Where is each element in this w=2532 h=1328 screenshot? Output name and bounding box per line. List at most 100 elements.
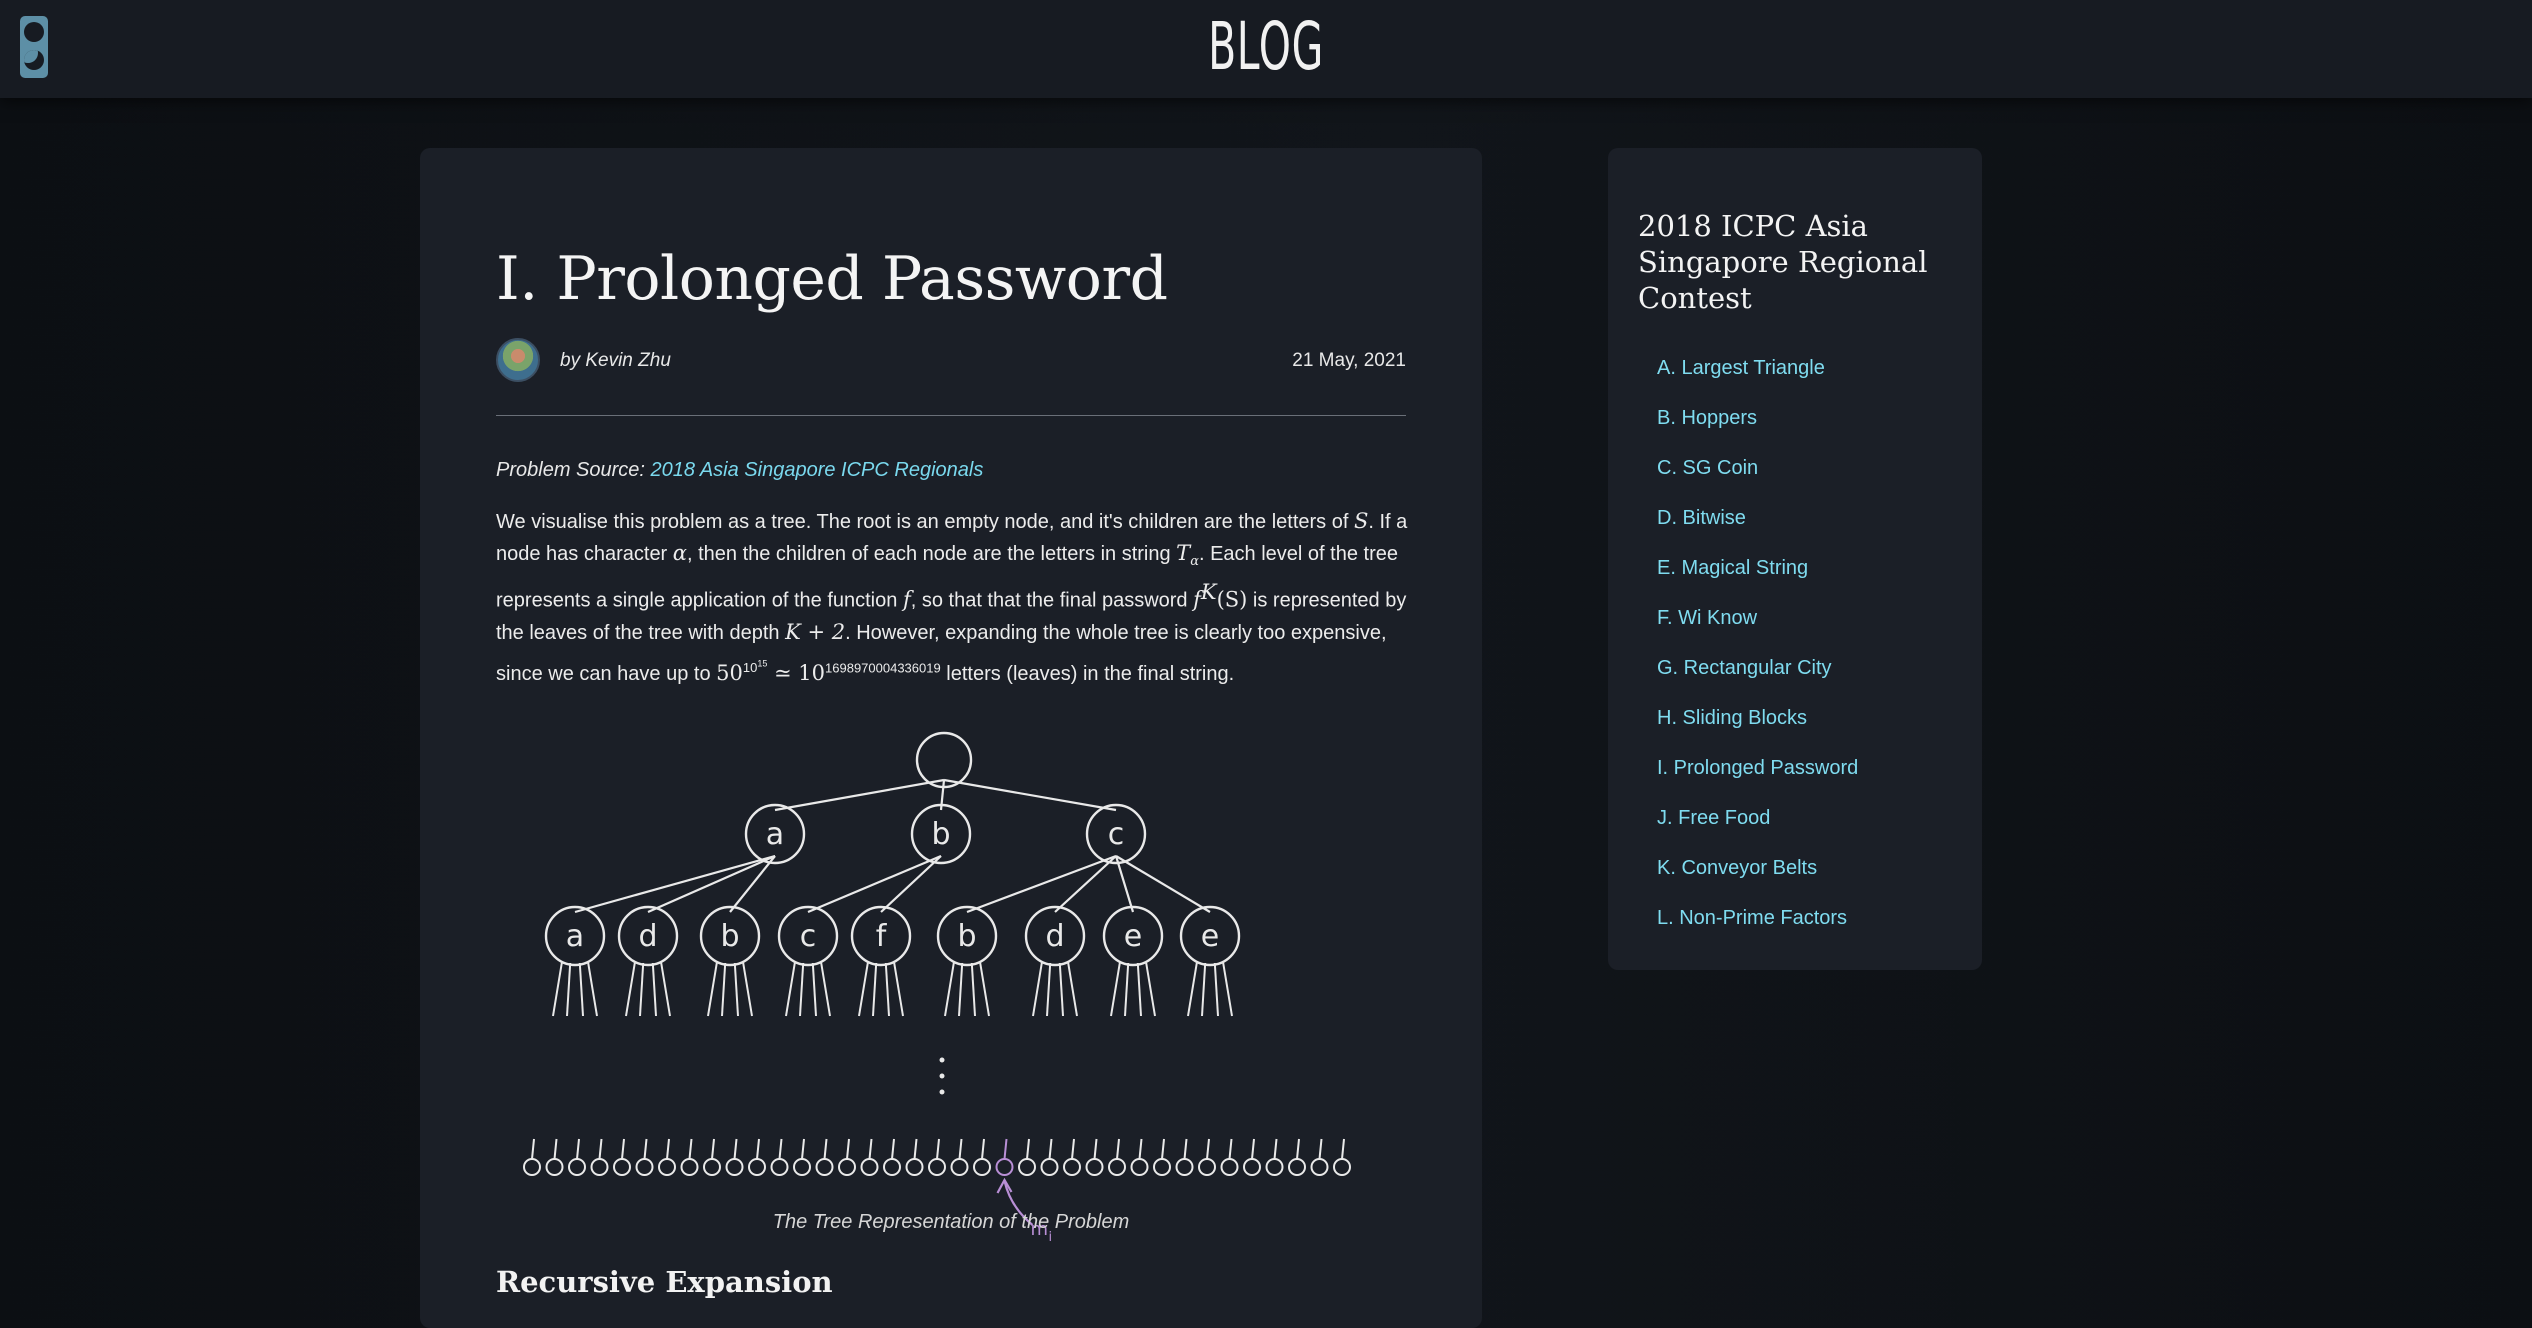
list-item: F. Wi Know (1657, 606, 1858, 656)
list-item: G. Rectangular City (1657, 656, 1858, 706)
problem-link-i[interactable]: I. Prolonged Password (1657, 757, 1858, 779)
tree-edge (774, 778, 945, 812)
leaf-stem (1026, 1138, 1030, 1160)
tree-branch-line (811, 962, 817, 1017)
tree-branch-line (1124, 962, 1130, 1017)
math-fk-arg: (S) (1216, 587, 1248, 612)
tree-branch-line (566, 962, 572, 1017)
leaf-stem (553, 1138, 558, 1160)
leaf-stem (1206, 1138, 1210, 1160)
math-exponent-base: 10 (742, 659, 758, 675)
leaf-node (703, 1158, 721, 1176)
math-fk: f (1193, 587, 1201, 612)
paragraph-text: , so that that the final password (910, 589, 1194, 612)
leaf-node (973, 1158, 991, 1176)
ellipsis-dot (939, 1073, 945, 1079)
tree-branch-line (820, 962, 831, 1017)
problem-link-f[interactable]: F. Wi Know (1657, 607, 1757, 629)
leaf-node (748, 1158, 766, 1176)
tree-edge (1054, 855, 1117, 913)
leaf-node (1220, 1158, 1239, 1176)
leaf-node (905, 1158, 924, 1176)
leaf-node (613, 1158, 631, 1176)
problem-link-b[interactable]: B. Hoppers (1657, 407, 1757, 429)
tree-branch-line (970, 962, 976, 1017)
tree-branch-line (1222, 962, 1233, 1017)
leaf-node (1040, 1158, 1059, 1176)
leaf-node (590, 1158, 609, 1176)
tree-edge (729, 855, 776, 913)
leaf-stem (1251, 1138, 1255, 1160)
post-date: 21 May, 2021 (1292, 350, 1406, 371)
math-exponent: 1015 (742, 658, 768, 675)
leaf-node (635, 1158, 654, 1176)
tree-edge (574, 854, 776, 914)
problem-link-l[interactable]: L. Non-Prime Factors (1657, 907, 1847, 929)
leaf-stem (1273, 1138, 1278, 1160)
leaf-stem (823, 1138, 828, 1160)
leaf-node (815, 1158, 834, 1176)
tree-edge (966, 854, 1117, 914)
leaf-stem (688, 1138, 693, 1160)
problem-link-a[interactable]: A. Largest Triangle (1657, 357, 1825, 379)
list-item: E. Magical String (1657, 556, 1858, 606)
leaf-stem (981, 1138, 985, 1160)
leaf-stem (936, 1138, 940, 1160)
tree-edge (807, 854, 942, 914)
tree-node-label: b (957, 919, 976, 954)
blog-logo[interactable]: BLOG (481, 8, 2051, 85)
leaf-node (1288, 1158, 1306, 1176)
leaf-node (545, 1158, 564, 1176)
tree-node-label: e (1201, 919, 1219, 954)
leaf-node (1243, 1158, 1261, 1176)
leaf-stem (1048, 1138, 1053, 1160)
list-item: H. Sliding Blocks (1657, 706, 1858, 756)
tree-branch-line (958, 962, 964, 1017)
theme-toggle-button[interactable] (20, 16, 48, 78)
leaf-node (1198, 1158, 1216, 1176)
leaf-stem (1183, 1138, 1188, 1160)
leaf-stem (621, 1138, 625, 1160)
leaf-stem (778, 1138, 783, 1160)
tree-branch-line (884, 962, 890, 1017)
math-exponent-exp: 15 (757, 658, 768, 669)
intro-paragraph: We visualise this problem as a tree. The… (496, 506, 1416, 690)
leaf-node (1108, 1158, 1126, 1176)
leaf-node (1265, 1158, 1284, 1176)
leaf-stem (733, 1138, 738, 1160)
tree-branch-line (1058, 962, 1064, 1017)
leaf-node (1063, 1158, 1081, 1176)
problem-link-e[interactable]: E. Magical String (1657, 557, 1808, 579)
leaf-stem (1138, 1138, 1143, 1160)
problem-link-c[interactable]: C. SG Coin (1657, 457, 1758, 479)
leaf-stem (1093, 1138, 1098, 1160)
tree-branch-line (733, 962, 739, 1017)
leaf-node (793, 1158, 811, 1176)
tree-edge (647, 854, 776, 914)
problem-link-g[interactable]: G. Rectangular City (1657, 657, 1832, 679)
tree-branch-line (1067, 962, 1078, 1017)
leaf-node (1085, 1158, 1104, 1176)
tree-branch-line (893, 962, 904, 1017)
tree-branch-line (639, 962, 645, 1017)
math-alpha: α (672, 541, 687, 565)
problem-link-h[interactable]: H. Sliding Blocks (1657, 707, 1807, 729)
tree-branch-line (1201, 962, 1207, 1017)
ellipsis-dot (939, 1057, 945, 1063)
tree-node-label: b (720, 919, 739, 954)
problem-source-link[interactable]: 2018 Asia Singapore ICPC Regionals (651, 459, 984, 481)
math-superscript: K (1200, 580, 1217, 604)
ellipsis-dot (939, 1089, 945, 1095)
problem-link-d[interactable]: D. Bitwise (1657, 507, 1746, 529)
list-item: K. Conveyor Belts (1657, 856, 1858, 906)
problem-link-j[interactable]: J. Free Food (1657, 807, 1770, 829)
leaf-stem (801, 1138, 805, 1160)
divider (496, 415, 1406, 416)
problem-link-k[interactable]: K. Conveyor Belts (1657, 857, 1817, 879)
sidebar-toc: 2018 ICPC Asia Singapore Regional Contes… (1608, 148, 1982, 970)
leaf-stem (1341, 1138, 1345, 1160)
problem-list: A. Largest Triangle B. Hoppers C. SG Coi… (1657, 356, 1858, 956)
moon-icon (24, 50, 44, 70)
math-subscript: α (1190, 554, 1199, 569)
figure-caption: The Tree Representation of the Problem (772, 1211, 1130, 1233)
